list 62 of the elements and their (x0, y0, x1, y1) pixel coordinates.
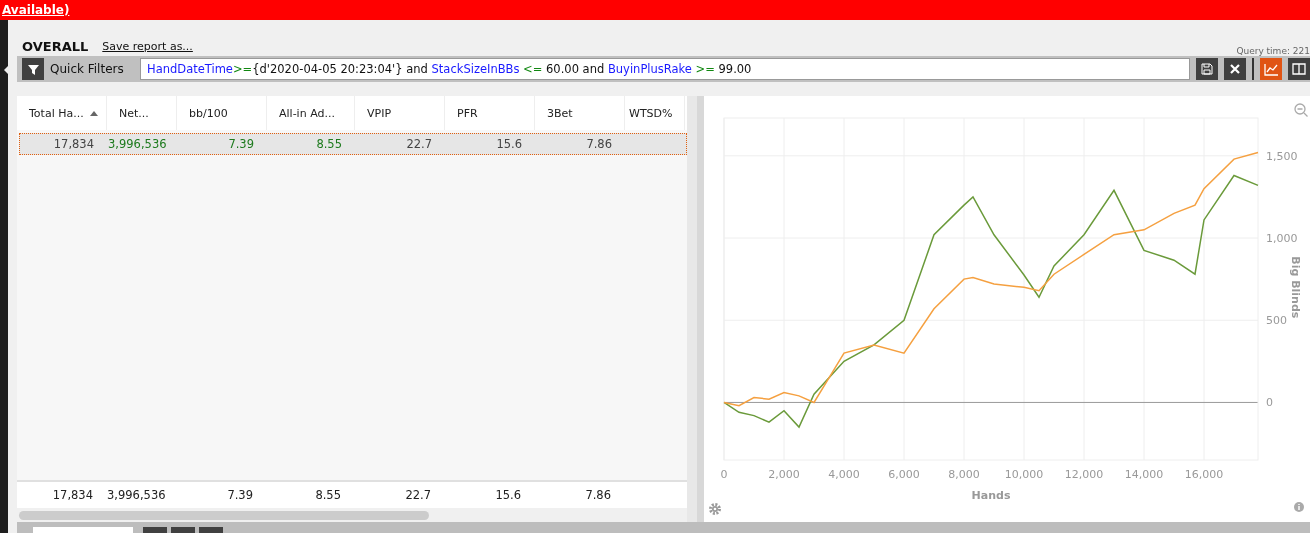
axis-tick-label: 1,500 (1266, 149, 1298, 163)
total-cell-text: 7.86 (584, 488, 612, 502)
column-header[interactable]: bb/100 (177, 96, 267, 130)
axis-tick-label: 14,000 (1124, 468, 1164, 481)
axis-tick-label: 16,000 (1184, 468, 1224, 481)
y-axis-title: Big Blinds (1289, 256, 1302, 319)
table-row[interactable]: 17,834 3,996,536 7.39 8.55 22.7 15.6 7.86 (19, 133, 687, 155)
column-header[interactable]: WTSD% (625, 96, 685, 130)
save-icon (1201, 63, 1213, 75)
total-cell-text: 17,834 (51, 488, 94, 502)
column-header[interactable]: All-in Ad... (267, 96, 355, 130)
zoom-out-icon[interactable] (1294, 103, 1308, 117)
axis-tick-label: 2,000 (768, 468, 800, 481)
query-time: Query time: 221 (1236, 46, 1310, 56)
save-button[interactable] (1196, 58, 1218, 80)
x-axis-title: Hands (971, 489, 1011, 502)
table-cell-text: 3,996,536 (108, 137, 168, 151)
table-cell-text: 22.7 (405, 137, 433, 151)
save-report-link[interactable]: Save report as... (102, 40, 193, 54)
axis-tick-label: 8,000 (948, 468, 980, 481)
banner-link[interactable]: Available) (2, 3, 70, 17)
total-cell-text: 22.7 (404, 488, 432, 502)
collapse-arrow-icon[interactable] (4, 64, 10, 76)
vertical-scrollbar[interactable] (687, 96, 697, 522)
clear-button[interactable] (1224, 58, 1246, 80)
table-cell-text: 15.6 (495, 137, 523, 151)
column-header[interactable]: 3Bet (535, 96, 625, 130)
axis-tick-label: 0 (720, 468, 728, 481)
total-cell-text: 8.55 (314, 488, 342, 502)
axis-tick-label: 10,000 (1004, 468, 1044, 481)
axis-tick-label: 12,000 (1064, 468, 1104, 481)
info-icon[interactable] (1294, 502, 1304, 512)
axis-tick-label: 6,000 (888, 468, 920, 481)
settings-icon[interactable] (708, 502, 722, 516)
column-header[interactable]: VPIP (355, 96, 445, 130)
report-title: OVERALL (22, 39, 89, 54)
axis-tick-label: 4,000 (828, 468, 860, 481)
axis-tick-label: 0 (1266, 396, 1273, 410)
scrollbar-thumb[interactable] (19, 510, 429, 520)
total-cell-text: 15.6 (494, 488, 522, 502)
quick-filters-label: Quick Filters (50, 62, 125, 76)
table-cell-text: 17,834 (52, 137, 95, 151)
table-cell-text: 8.55 (315, 137, 343, 151)
filter-field[interactable]: HandDateTime>={d'2020-04-05 20:23:04'} and StackSizeInBBs <= 60.00 and BuyinPlusRake >= 99.00 (140, 58, 1190, 80)
table-cell-text: 7.86 (585, 137, 613, 151)
total-cell-text: 7.39 (226, 488, 254, 502)
columns-button[interactable] (1288, 58, 1310, 80)
axis-tick-label: 1,000 (1266, 232, 1298, 246)
bottom-field[interactable] (33, 527, 133, 533)
axis-tick-label: 500 (1266, 314, 1287, 328)
column-header[interactable]: Net... (107, 96, 177, 130)
sort-ascending-icon (89, 110, 98, 116)
filter-button[interactable] (22, 58, 44, 80)
funnel-icon (27, 63, 39, 75)
line-chart-icon (1263, 62, 1279, 76)
table-cell-text: 7.39 (227, 137, 255, 151)
column-header[interactable]: Total Ha... (17, 96, 107, 130)
close-icon (1230, 64, 1240, 74)
column-header[interactable]: PFR (445, 96, 535, 130)
columns-icon (1292, 63, 1306, 75)
total-cell-text: 3,996,536 (107, 488, 167, 502)
chart-button[interactable] (1260, 58, 1282, 80)
